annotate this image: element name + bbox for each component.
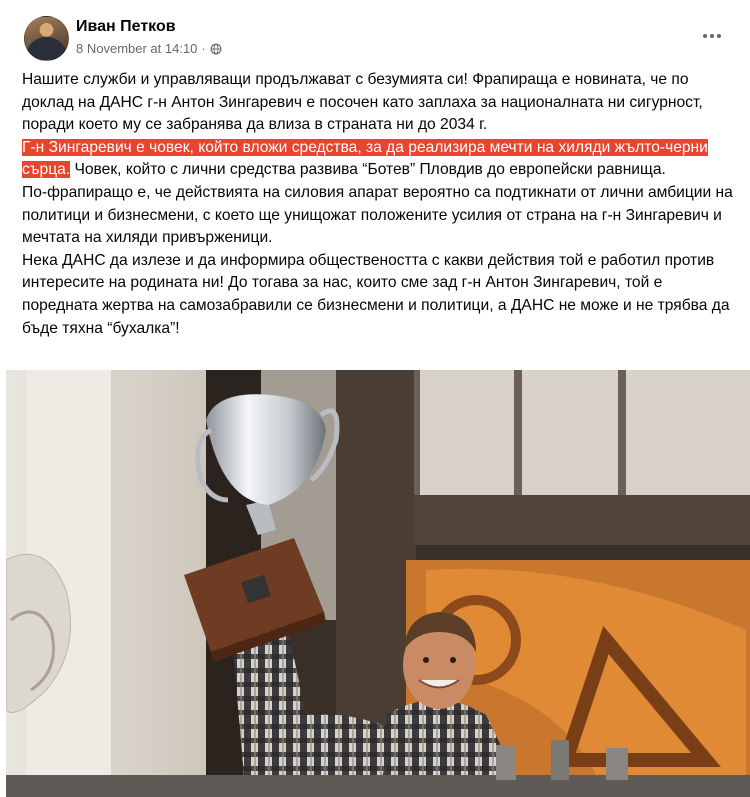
post-paragraph-2: Г-н Зингаревич е човек, който вложи сред… — [22, 137, 738, 182]
post-paragraph-2-rest: Човек, който с лични средства развива “Б… — [70, 161, 666, 179]
post-text: Нашите служби и управляващи продължават … — [22, 69, 738, 340]
meta-separator: · — [201, 41, 206, 56]
globe-icon[interactable] — [210, 43, 222, 55]
author-name[interactable]: Иван Петков — [76, 18, 176, 36]
post-card: Иван Петков 8 November at 14:10 · Нашите… — [0, 0, 750, 797]
photo-illustration — [6, 370, 750, 797]
post-header: Иван Петков 8 November at 14:10 · — [24, 16, 734, 64]
post-timestamp[interactable]: 8 November at 14:10 — [76, 41, 197, 56]
post-paragraph-4: Нека ДАНС да излезе и да информира общес… — [22, 251, 730, 337]
post-photo[interactable] — [6, 370, 750, 797]
more-options-icon[interactable] — [698, 26, 726, 46]
author-avatar[interactable] — [24, 16, 69, 61]
post-meta: 8 November at 14:10 · — [76, 41, 222, 56]
post-paragraph-3: По-фрапиращо е, че действията на силовия… — [22, 183, 733, 247]
post-paragraph-1: Нашите служби и управляващи продължават … — [22, 71, 703, 134]
